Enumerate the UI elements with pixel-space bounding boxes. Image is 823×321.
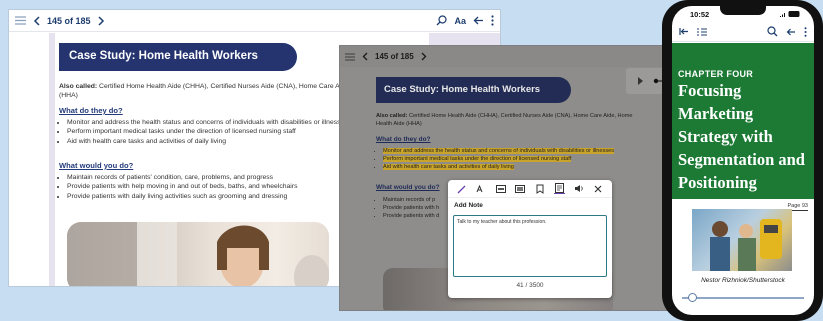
- search-icon[interactable]: [767, 26, 778, 37]
- also-called-text: Certified Home Health Aide (CHHA), Certi…: [376, 113, 633, 127]
- highlight-color-1-icon[interactable]: [495, 183, 506, 194]
- signal-battery-icons: [780, 11, 802, 17]
- character-counter: 41 / 3500: [516, 282, 544, 289]
- phone-toolbar: [672, 22, 814, 42]
- text-style-icon[interactable]: [476, 183, 487, 194]
- annotation-toolbar: [448, 180, 612, 198]
- page-title: Case Study: Home Health Workers: [376, 77, 571, 103]
- more-options-icon[interactable]: [804, 26, 807, 37]
- add-note-popup: Add Note Talk to my teacher about this p…: [448, 180, 612, 298]
- previous-page-icon[interactable]: [362, 52, 368, 61]
- highlight-color-2-icon[interactable]: [515, 183, 526, 194]
- menu-icon[interactable]: [15, 16, 26, 25]
- clock: 10:52: [690, 10, 710, 19]
- photo-credit: Nestor Rizhniok/Shutterstock: [701, 277, 785, 284]
- next-page-icon[interactable]: [421, 52, 427, 61]
- close-icon[interactable]: [593, 183, 604, 194]
- more-options-icon[interactable]: [491, 15, 494, 26]
- page-slider-handle[interactable]: [688, 293, 697, 302]
- caregiver-photo: [67, 222, 329, 286]
- bookmark-icon[interactable]: [534, 183, 545, 194]
- highlighted-list-item[interactable]: Aid with health care tasks and activitie…: [383, 163, 635, 171]
- page-title: Case Study: Home Health Workers: [59, 43, 297, 71]
- highlighted-list-item[interactable]: Monitor and address the health status an…: [383, 147, 635, 155]
- also-called-label: Also called:: [376, 113, 408, 119]
- chapter-cover: CHAPTER FOUR Focusing Marketing Strategy…: [672, 43, 814, 199]
- next-page-icon[interactable]: [98, 15, 105, 26]
- highlighter-icon[interactable]: [456, 183, 467, 194]
- back-arrow-icon[interactable]: [473, 16, 484, 25]
- desktop-toolbar: 145 of 185 Aa: [9, 10, 500, 32]
- highlighted-list-item[interactable]: Perform important medical tasks under th…: [383, 155, 635, 163]
- note-textarea[interactable]: Talk to my teacher about this profession…: [453, 215, 607, 277]
- chapter-label: CHAPTER FOUR: [678, 69, 754, 79]
- section-heading-what-would-you-do: What would you do?: [376, 184, 440, 191]
- add-note-label: Add Note: [454, 202, 483, 209]
- exit-icon[interactable]: [679, 27, 689, 36]
- phone-screen: 10:52 CHAPTER FOUR Focusing Marketing St…: [672, 6, 814, 315]
- section1-list: Monitor and address the health status an…: [383, 147, 635, 171]
- page-indicator: 145 of 185: [47, 15, 91, 26]
- also-called-paragraph: Also called: Certified Home Health Aide …: [376, 113, 635, 128]
- section-heading-what-would-you-do: What would you do?: [59, 161, 134, 170]
- back-arrow-icon[interactable]: [786, 28, 796, 36]
- page-indicator: 145 of 185: [375, 52, 414, 61]
- phone-notch: [720, 6, 766, 15]
- speaker-icon[interactable]: [573, 183, 584, 194]
- note-icon[interactable]: [553, 183, 565, 194]
- previous-page-icon[interactable]: [33, 15, 40, 26]
- tablet-toolbar: 145 of 185: [340, 46, 670, 67]
- chapter-title: Focusing Marketing Strategy with Segment…: [678, 81, 805, 192]
- robot-photo: [692, 209, 792, 271]
- contents-icon[interactable]: [697, 27, 707, 36]
- font-settings-button[interactable]: Aa: [454, 16, 466, 26]
- page-slider[interactable]: [682, 297, 804, 299]
- menu-icon[interactable]: [345, 53, 355, 61]
- also-called-label: Also called:: [59, 83, 98, 90]
- search-icon[interactable]: [436, 15, 448, 26]
- section-heading-what-do-they-do: What do they do?: [376, 136, 431, 143]
- left-margin: [9, 33, 49, 286]
- section-heading-what-do-they-do: What do they do?: [59, 106, 123, 115]
